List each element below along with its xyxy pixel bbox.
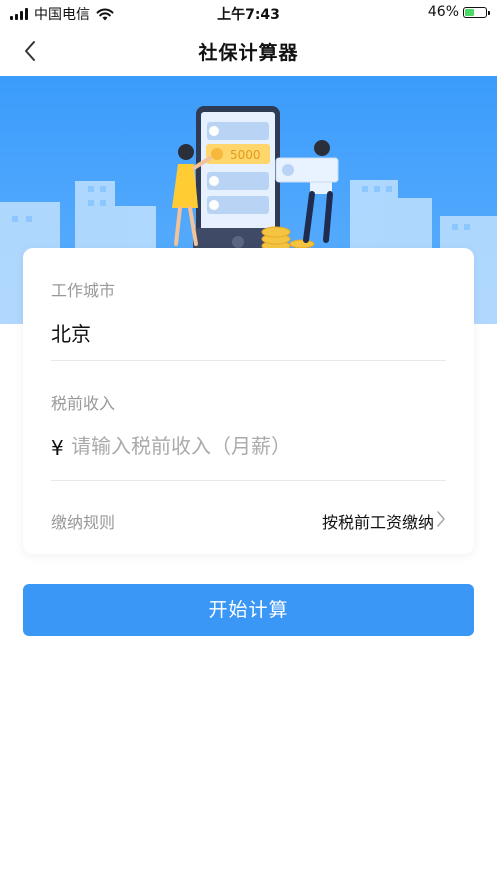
calculate-button[interactable]: 开始计算 <box>23 584 474 636</box>
status-time: 上午7:43 <box>217 7 280 23</box>
currency-symbol: ¥ <box>51 436 64 460</box>
chevron-right-icon <box>437 511 445 527</box>
status-right: 46% <box>427 4 490 20</box>
battery-fill <box>465 8 474 16</box>
divider <box>51 480 446 481</box>
city-label: 工作城市 <box>51 281 116 300</box>
rule-label: 缴纳规则 <box>51 513 116 532</box>
city-select[interactable]: 北京 <box>51 318 91 347</box>
nav-bar: 社保计算器 <box>0 26 497 76</box>
page-title: 社保计算器 <box>198 42 299 64</box>
battery-percent: 46% <box>427 4 459 20</box>
payment-rule-row[interactable]: 缴纳规则 按税前工资缴纳 <box>23 498 474 542</box>
battery-icon <box>463 6 490 18</box>
calculator-form-card: 工作城市 北京 税前收入 ¥ 缴纳规则 按税前工资缴纳 <box>23 248 474 554</box>
status-bar: 中国电信 上午7:43 46% <box>0 0 497 26</box>
income-label: 税前收入 <box>51 394 116 413</box>
banner-amount: 5000 <box>230 148 261 162</box>
rule-value: 按税前工资缴纳 <box>321 513 434 532</box>
divider <box>51 360 446 361</box>
income-input[interactable] <box>71 428 431 464</box>
